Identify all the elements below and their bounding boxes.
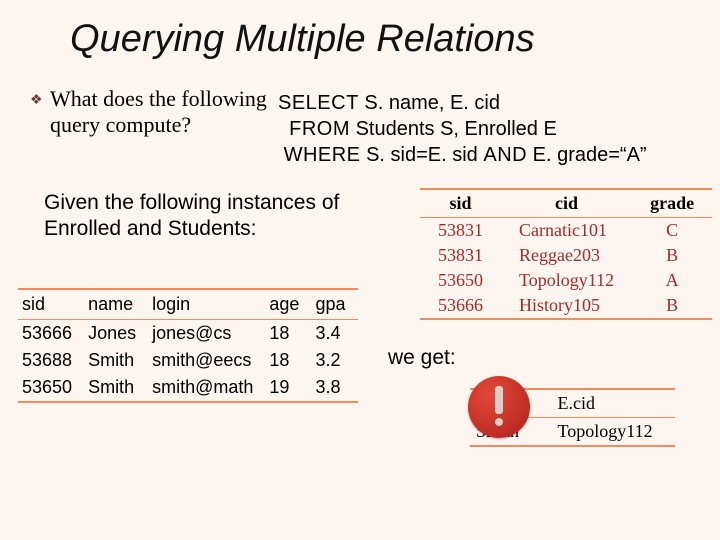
students-h0: sid bbox=[18, 289, 84, 320]
table-row: 53650 Smith smith@math 19 3.8 bbox=[18, 374, 358, 402]
sql-block: SELECT S. name, E. cid FROM Students S, … bbox=[278, 90, 647, 168]
table-row: 53650 Topology112 A bbox=[420, 268, 712, 293]
students-table: sid name login age gpa 53666 Jones jones… bbox=[18, 288, 358, 403]
result-h1: E.cid bbox=[552, 389, 675, 418]
given-text: Given the following instances of Enrolle… bbox=[44, 190, 374, 243]
slide-title: Querying Multiple Relations bbox=[70, 18, 535, 61]
we-get-text: we get: bbox=[388, 346, 456, 370]
table-row: 53666 History105 B bbox=[420, 293, 712, 319]
table-row: 53831 Carnatic101 C bbox=[420, 218, 712, 244]
question-line2: query compute? bbox=[50, 112, 191, 137]
table-row: 53666 Jones jones@cs 18 3.4 bbox=[18, 320, 358, 348]
sql-where-expr1: S. sid=E. sid bbox=[361, 144, 484, 166]
slide: Querying Multiple Relations ❖ What does … bbox=[0, 0, 720, 540]
sql-from-expr: Students S, Enrolled E bbox=[350, 118, 557, 140]
table-row: 53688 Smith smith@eecs 18 3.2 bbox=[18, 347, 358, 374]
students-h3: age bbox=[265, 289, 311, 320]
sql-where-expr2: E. grade=“A” bbox=[527, 144, 647, 166]
enrolled-h2: grade bbox=[632, 189, 712, 218]
sql-select-expr: S. name, E. cid bbox=[359, 92, 500, 114]
students-h2: login bbox=[148, 289, 265, 320]
kw-select: SELECT bbox=[278, 92, 359, 114]
enrolled-h0: sid bbox=[420, 189, 501, 218]
question-text: What does the following query compute? bbox=[50, 86, 290, 139]
bullet-icon: ❖ bbox=[30, 92, 43, 109]
table-row: 53831 Reggae203 B bbox=[420, 243, 712, 268]
students-h4: gpa bbox=[311, 289, 357, 320]
enrolled-table: sid cid grade 53831 Carnatic101 C 53831 … bbox=[420, 188, 712, 320]
enrolled-h1: cid bbox=[501, 189, 632, 218]
students-h1: name bbox=[84, 289, 148, 320]
alert-icon bbox=[468, 376, 530, 438]
kw-and: AND bbox=[483, 144, 527, 166]
kw-from: FROM bbox=[289, 118, 350, 140]
question-line1: What does the following bbox=[50, 86, 267, 111]
kw-where: WHERE bbox=[284, 144, 361, 166]
